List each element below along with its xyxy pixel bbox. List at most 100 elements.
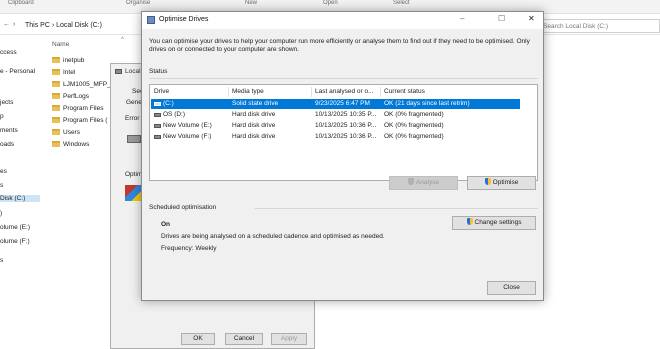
current-status: OK (21 days since last retrim) <box>384 100 470 107</box>
navigation-pane: ccess e - Personal jects p ments oads es… <box>0 35 45 349</box>
media-type: Solid state drive <box>232 100 279 107</box>
folder-icon <box>52 117 60 124</box>
current-status: OK (0% fragmented) <box>384 111 444 118</box>
minimize-icon[interactable]: – <box>460 14 464 23</box>
folder-icon <box>52 81 60 88</box>
schedule-state: On <box>161 221 171 228</box>
column-header-current-status[interactable]: Current status <box>384 88 425 95</box>
ribbon-select-label: Select <box>393 0 410 6</box>
nav-item-os-d[interactable]: ) <box>0 210 2 217</box>
change-settings-button[interactable]: Change settings <box>452 216 536 230</box>
drive-name: New Volume (E:) <box>163 122 212 129</box>
file-row[interactable]: Users <box>52 129 80 140</box>
drive-row[interactable]: (C:) Solid state drive 9/23/2025 6:47 PM… <box>151 99 520 109</box>
nav-item-desktop[interactable]: p <box>0 113 4 120</box>
column-separator <box>228 87 229 97</box>
title-bar[interactable]: Optimise Drives – ☐ ✕ <box>142 12 543 29</box>
drive-name: (C:) <box>163 100 174 107</box>
close-icon[interactable]: ✕ <box>528 14 535 23</box>
media-type: Hard disk drive <box>232 133 276 140</box>
scheduled-optimisation-label: Scheduled optimisation <box>149 204 217 211</box>
optimise-drives-icon <box>147 16 155 24</box>
analyse-label: Analyse <box>415 179 440 186</box>
back-arrow-icon[interactable]: ← <box>3 21 10 28</box>
ribbon-clipboard-label: Clipboard <box>8 0 34 6</box>
column-header-name[interactable]: Name <box>52 41 69 48</box>
schedule-frequency: Frequency: Weekly <box>161 245 217 252</box>
folder-icon <box>52 93 60 100</box>
file-name: Windows <box>63 141 90 148</box>
nav-item-pictures[interactable]: es <box>0 168 7 175</box>
optimise-drives-dialog: Optimise Drives – ☐ ✕ You can optimise y… <box>141 11 544 301</box>
intro-text: You can optimise your drives to help you… <box>149 38 530 53</box>
last-analysed: 9/23/2025 6:47 PM <box>315 100 370 107</box>
column-header-drive[interactable]: Drive <box>154 88 169 95</box>
column-separator <box>380 87 381 97</box>
properties-title: Local <box>125 68 141 75</box>
folder-icon <box>52 141 60 148</box>
nav-item-network[interactable]: s <box>0 257 3 264</box>
nav-item-3d-objects[interactable]: jects <box>0 99 13 106</box>
media-type: Hard disk drive <box>232 111 276 118</box>
file-row[interactable]: Windows <box>52 141 89 152</box>
shield-icon <box>484 178 491 185</box>
drive-row[interactable]: New Volume (E:) Hard disk drive 10/13/20… <box>151 121 520 131</box>
nav-item-new-volume-f[interactable]: olume (F:) <box>0 238 30 245</box>
nav-item-documents[interactable]: ments <box>0 127 18 134</box>
nav-item-downloads[interactable]: oads <box>0 141 14 148</box>
change-settings-label: Change settings <box>474 219 522 226</box>
current-status: OK (0% fragmented) <box>384 122 444 129</box>
file-row[interactable]: Program Files ( <box>52 117 107 128</box>
file-row[interactable]: Program Files <box>52 105 103 116</box>
column-separator <box>311 87 312 97</box>
apply-button[interactable]: Apply <box>271 333 307 345</box>
nav-item-local-disk-c[interactable]: Disk (C:) <box>0 195 40 202</box>
drive-icon <box>154 113 161 117</box>
drive-row[interactable]: New Volume (F:) Hard disk drive 10/13/20… <box>151 132 520 142</box>
cancel-button[interactable]: Cancel <box>225 333 263 345</box>
file-row[interactable]: LJM1005_MFP_ <box>52 81 111 92</box>
nav-item-videos[interactable]: s <box>0 182 3 189</box>
drive-name: New Volume (F:) <box>163 133 212 140</box>
file-name: Program Files <box>63 105 104 112</box>
analyse-button[interactable]: Analyse <box>389 176 458 190</box>
ribbon-open-label: Open <box>323 0 338 6</box>
current-status: OK (0% fragmented) <box>384 133 444 140</box>
file-row[interactable]: PerfLogs <box>52 93 89 104</box>
dialog-title: Optimise Drives <box>159 16 209 23</box>
search-input[interactable]: Search Local Disk (C:) <box>538 19 660 33</box>
folder-icon <box>52 105 60 112</box>
last-analysed: 10/13/2025 10:36 P... <box>315 122 377 129</box>
close-button[interactable]: Close <box>487 281 536 295</box>
nav-item-onedrive[interactable]: e - Personal <box>0 68 35 75</box>
disk-icon <box>127 135 141 143</box>
column-header-last-analysed[interactable]: Last analysed or o... <box>315 88 374 95</box>
drive-list[interactable]: Drive Media type Last analysed or o... C… <box>149 84 538 181</box>
maximize-icon[interactable]: ☐ <box>498 14 505 23</box>
optimise-label: Optimise <box>492 179 519 186</box>
drive-icon <box>154 102 161 106</box>
breadcrumb[interactable]: This PC › Local Disk (C:) <box>25 22 102 29</box>
drive-icon <box>154 124 161 128</box>
tab-general[interactable]: Gene <box>126 99 142 106</box>
file-row[interactable]: Intel <box>52 69 75 80</box>
status-label: Status <box>149 68 168 75</box>
scheduled-divider <box>255 208 538 209</box>
drive-row[interactable]: OS (D:) Hard disk drive 10/13/2025 10:35… <box>151 110 520 120</box>
file-row[interactable]: inetpub <box>52 57 84 68</box>
sort-chevron-icon: ^ <box>121 37 124 43</box>
defrag-icon <box>125 185 141 201</box>
ok-button[interactable]: OK <box>181 333 215 345</box>
file-name: Users <box>63 129 80 136</box>
nav-item-new-volume-e[interactable]: olume (E:) <box>0 224 30 231</box>
schedule-description: Drives are being analysed on a scheduled… <box>161 233 385 240</box>
optimise-button[interactable]: Optimise <box>467 176 536 190</box>
chevron-right-icon[interactable]: › <box>13 21 15 28</box>
media-type: Hard disk drive <box>232 122 276 129</box>
shield-icon <box>466 218 473 225</box>
column-header-media-type[interactable]: Media type <box>232 88 264 95</box>
nav-item-quick-access[interactable]: ccess <box>0 49 17 56</box>
file-name: LJM1005_MFP_ <box>63 81 111 88</box>
drive-icon <box>154 135 161 139</box>
file-name: Program Files ( <box>63 117 108 124</box>
